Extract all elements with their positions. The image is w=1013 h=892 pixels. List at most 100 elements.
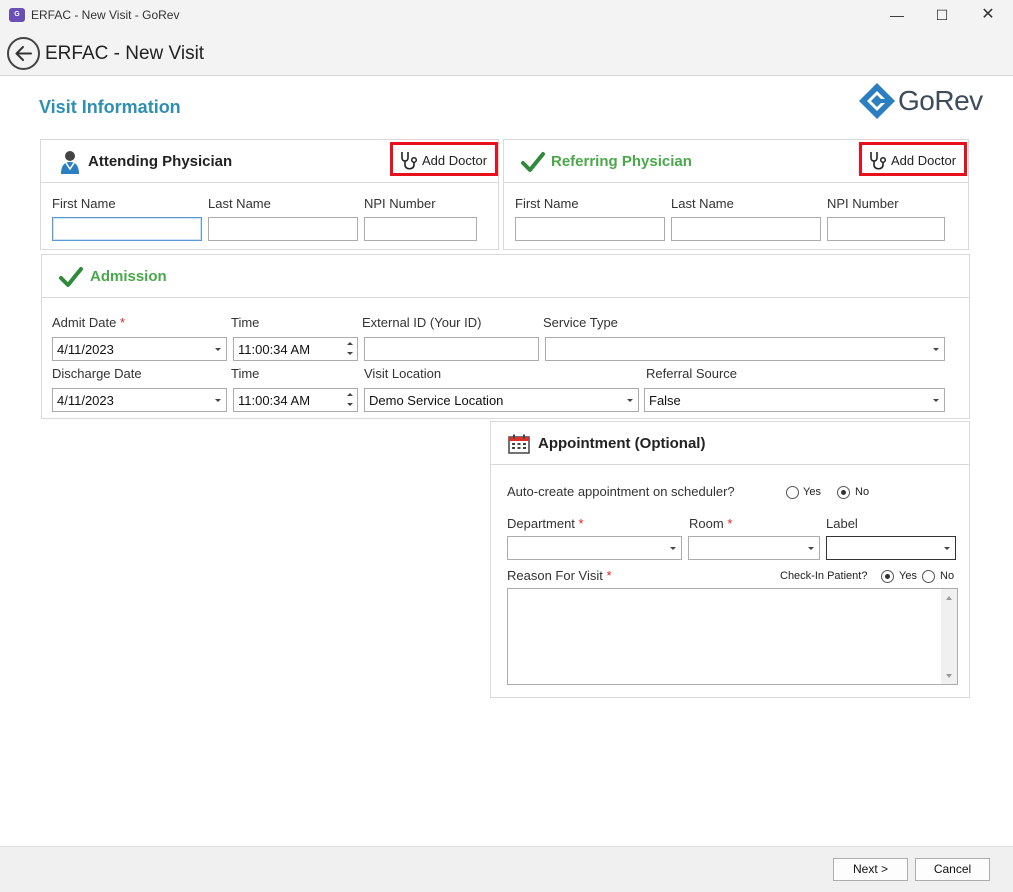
auto-create-yes-radio[interactable] bbox=[786, 486, 799, 499]
back-button[interactable] bbox=[7, 37, 40, 70]
spin-up-icon[interactable] bbox=[347, 393, 353, 396]
admit-date-label: Admit Date * bbox=[52, 315, 125, 330]
attending-npi-input[interactable] bbox=[364, 217, 477, 241]
next-button[interactable]: Next > bbox=[833, 858, 908, 881]
close-button[interactable]: ✕ bbox=[968, 3, 1008, 27]
admission-panel: Admission Admit Date * Time External ID … bbox=[41, 254, 970, 419]
referral-source-label: Referral Source bbox=[646, 366, 738, 381]
scroll-down-icon[interactable] bbox=[946, 674, 952, 678]
doctor-icon bbox=[61, 151, 79, 174]
label-label: Label bbox=[826, 516, 858, 531]
external-id-input[interactable] bbox=[364, 337, 539, 361]
gorev-logo: GoRev bbox=[858, 80, 993, 122]
attending-last-name-input[interactable] bbox=[208, 217, 358, 241]
auto-create-no-label: No bbox=[855, 486, 870, 498]
chevron-down-icon bbox=[215, 399, 221, 402]
discharge-time-value: 11:00:34 AM bbox=[238, 393, 311, 408]
app-icon: G bbox=[9, 8, 25, 22]
checkmark-icon bbox=[59, 267, 83, 287]
checkin-no-radio[interactable] bbox=[922, 570, 935, 583]
chevron-down-icon bbox=[627, 399, 633, 402]
admission-title: Admission bbox=[90, 268, 167, 285]
spin-down-icon[interactable] bbox=[347, 352, 353, 355]
visit-location-label: Visit Location bbox=[364, 366, 442, 381]
header-bar: ERFAC - New Visit bbox=[0, 31, 1013, 76]
reason-for-visit-textarea[interactable] bbox=[507, 588, 958, 685]
spin-down-icon[interactable] bbox=[347, 403, 353, 406]
minimize-button[interactable]: — bbox=[877, 3, 917, 27]
chevron-down-icon bbox=[808, 547, 814, 550]
discharge-date-value: 4/11/2023 bbox=[57, 393, 114, 408]
service-type-label: Service Type bbox=[543, 315, 618, 330]
calendar-icon bbox=[508, 434, 530, 454]
window-title-bar: G ERFAC - New Visit - GoRev — ☐ ✕ bbox=[0, 0, 1013, 31]
npi-number-label: NPI Number bbox=[364, 196, 436, 211]
add-doctor-label: Add Doctor bbox=[422, 153, 488, 168]
chevron-down-icon bbox=[933, 348, 939, 351]
checkin-yes-radio[interactable] bbox=[881, 570, 894, 583]
chevron-down-icon bbox=[670, 547, 676, 550]
checkin-no-label: No bbox=[940, 570, 955, 582]
checkin-yes-label: Yes bbox=[899, 570, 917, 582]
room-label: Room * bbox=[689, 516, 733, 531]
referring-add-doctor-button[interactable]: Add Doctor bbox=[859, 142, 967, 176]
admit-time-spinner[interactable]: 11:00:34 AM bbox=[233, 337, 358, 361]
last-name-label: Last Name bbox=[208, 196, 271, 211]
appointment-panel: Appointment (Optional) Auto-create appoi… bbox=[490, 421, 970, 698]
checkmark-icon bbox=[521, 152, 545, 172]
arrow-left-icon bbox=[15, 46, 32, 61]
attending-first-name-input[interactable] bbox=[52, 217, 202, 241]
footer-bar: Next > Cancel bbox=[0, 846, 1013, 892]
reason-for-visit-label: Reason For Visit * bbox=[507, 568, 612, 583]
referral-source-value: False bbox=[649, 393, 681, 408]
admit-time-value: 11:00:34 AM bbox=[238, 342, 311, 357]
room-select[interactable] bbox=[688, 536, 820, 560]
attending-physician-title: Attending Physician bbox=[88, 153, 233, 170]
service-type-select[interactable] bbox=[545, 337, 945, 361]
visit-location-value: Demo Service Location bbox=[369, 393, 504, 408]
first-name-label: First Name bbox=[52, 196, 116, 211]
section-title: Visit Information bbox=[39, 97, 181, 117]
add-doctor-label: Add Doctor bbox=[891, 153, 957, 168]
attending-add-doctor-button[interactable]: Add Doctor bbox=[390, 142, 498, 176]
referring-npi-input[interactable] bbox=[827, 217, 945, 241]
appointment-title: Appointment (Optional) bbox=[538, 435, 706, 452]
admit-date-value: 4/11/2023 bbox=[57, 342, 114, 357]
discharge-date-picker[interactable]: 4/11/2023 bbox=[52, 388, 227, 412]
cancel-button[interactable]: Cancel bbox=[915, 858, 990, 881]
referring-first-name-input[interactable] bbox=[515, 217, 665, 241]
textarea-scrollbar[interactable] bbox=[941, 589, 957, 684]
maximize-button[interactable]: ☐ bbox=[922, 3, 962, 27]
department-select[interactable] bbox=[507, 536, 682, 560]
first-name-label: First Name bbox=[515, 196, 579, 211]
admit-time-label: Time bbox=[231, 315, 260, 330]
visit-location-select[interactable]: Demo Service Location bbox=[364, 388, 639, 412]
admission-header: Admission bbox=[42, 255, 969, 298]
checkin-patient-label: Check-In Patient? bbox=[780, 570, 868, 582]
referral-source-select[interactable]: False bbox=[644, 388, 945, 412]
discharge-time-spinner[interactable]: 11:00:34 AM bbox=[233, 388, 358, 412]
referring-last-name-input[interactable] bbox=[671, 217, 821, 241]
gorev-logo-icon bbox=[859, 83, 895, 119]
window-title: ERFAC - New Visit - GoRev bbox=[31, 8, 180, 22]
admit-date-picker[interactable]: 4/11/2023 bbox=[52, 337, 227, 361]
auto-create-no-radio[interactable] bbox=[837, 486, 850, 499]
page-title: ERFAC - New Visit bbox=[45, 43, 205, 64]
department-label: Department * bbox=[507, 516, 584, 531]
auto-create-label: Auto-create appointment on scheduler? bbox=[507, 484, 735, 499]
scroll-up-icon[interactable] bbox=[946, 596, 952, 600]
spin-up-icon[interactable] bbox=[347, 342, 353, 345]
last-name-label: Last Name bbox=[671, 196, 734, 211]
chevron-down-icon bbox=[944, 547, 950, 550]
discharge-time-label: Time bbox=[231, 366, 260, 381]
referring-physician-panel: Referring Physician Add Doctor First Nam… bbox=[503, 139, 969, 250]
external-id-label: External ID (Your ID) bbox=[362, 315, 482, 330]
stethoscope-icon bbox=[401, 152, 418, 170]
chevron-down-icon bbox=[933, 399, 939, 402]
label-select[interactable] bbox=[826, 536, 956, 560]
auto-create-yes-label: Yes bbox=[803, 486, 821, 498]
referring-physician-title: Referring Physician bbox=[551, 153, 692, 170]
discharge-date-label: Discharge Date bbox=[52, 366, 142, 381]
npi-number-label: NPI Number bbox=[827, 196, 899, 211]
chevron-down-icon bbox=[215, 348, 221, 351]
